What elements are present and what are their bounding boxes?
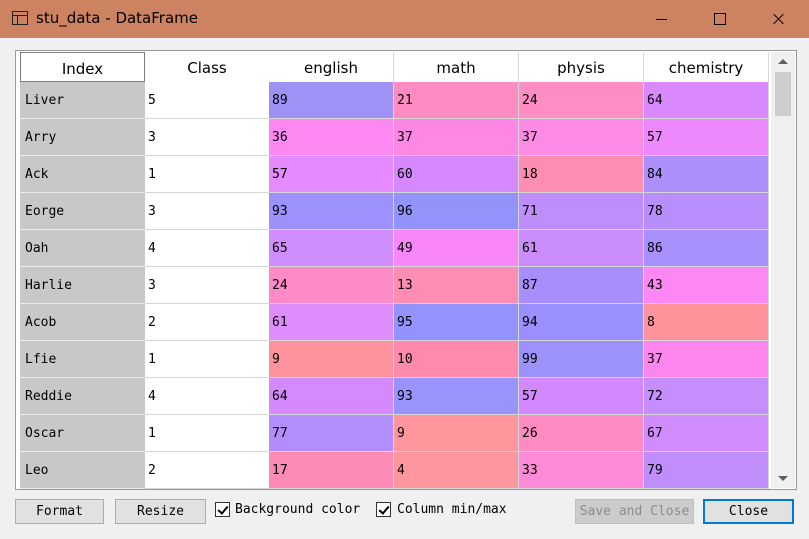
- window-title: stu_data - DataFrame: [36, 9, 198, 27]
- table-cell[interactable]: 4: [394, 452, 519, 489]
- table-cell[interactable]: 1: [145, 156, 270, 193]
- scroll-down-arrow-icon[interactable]: [771, 470, 795, 488]
- column-minmax-checkbox[interactable]: [376, 502, 391, 517]
- table-cell[interactable]: 4: [145, 230, 270, 267]
- row-index-label[interactable]: Acob: [20, 304, 145, 341]
- table-cell[interactable]: 61: [269, 304, 394, 341]
- column-header-2[interactable]: math: [394, 52, 519, 82]
- table-cell[interactable]: 84: [644, 156, 769, 193]
- table-cell[interactable]: 86: [644, 230, 769, 267]
- row-index-label[interactable]: Leo: [20, 452, 145, 489]
- table-cell[interactable]: 99: [519, 341, 644, 378]
- table-cell[interactable]: 37: [644, 341, 769, 378]
- table-cell[interactable]: 37: [519, 119, 644, 156]
- row-index-label[interactable]: Oscar: [20, 415, 145, 452]
- table-cell[interactable]: 43: [644, 267, 769, 304]
- table-cell[interactable]: 95: [394, 304, 519, 341]
- index-column-header[interactable]: Index: [20, 52, 145, 82]
- table-cell[interactable]: 89: [269, 82, 394, 119]
- row-index-label[interactable]: Ack: [20, 156, 145, 193]
- table-cell[interactable]: 77: [269, 415, 394, 452]
- row-index-label[interactable]: Lfie: [20, 341, 145, 378]
- row-index-label[interactable]: Eorge: [20, 193, 145, 230]
- table-cell[interactable]: 79: [644, 452, 769, 489]
- resize-button[interactable]: Resize: [115, 499, 206, 524]
- dataframe-table[interactable]: Index Class english math physis chemistry Liv…: [15, 50, 797, 490]
- minimize-button[interactable]: [632, 0, 690, 38]
- table-cell[interactable]: 57: [269, 156, 394, 193]
- table-cell[interactable]: 5: [145, 82, 270, 119]
- maximize-button[interactable]: [690, 0, 748, 38]
- table-cell[interactable]: 1: [145, 415, 270, 452]
- table-cell[interactable]: 96: [394, 193, 519, 230]
- table-cell[interactable]: 57: [644, 119, 769, 156]
- table-cell[interactable]: 60: [394, 156, 519, 193]
- table-cell[interactable]: 3: [145, 193, 270, 230]
- table-cell[interactable]: 2: [145, 452, 270, 489]
- table-cell[interactable]: 10: [394, 341, 519, 378]
- table-cell[interactable]: 3: [145, 267, 270, 304]
- table-cell[interactable]: 94: [519, 304, 644, 341]
- column-header-4[interactable]: chemistry: [644, 52, 769, 82]
- table-cell[interactable]: 64: [269, 378, 394, 415]
- row-index-label[interactable]: Oah: [20, 230, 145, 267]
- table-cell[interactable]: 72: [644, 378, 769, 415]
- table-cell[interactable]: 3: [145, 119, 270, 156]
- table-cell[interactable]: 2: [145, 304, 270, 341]
- table-cell[interactable]: 21: [394, 82, 519, 119]
- column-header-1[interactable]: english: [269, 52, 394, 82]
- table-cell[interactable]: 8: [644, 304, 769, 341]
- table-cell[interactable]: 93: [394, 378, 519, 415]
- table-cell[interactable]: 71: [519, 193, 644, 230]
- table-cell[interactable]: 64: [644, 82, 769, 119]
- title-bar: stu_data - DataFrame: [0, 0, 809, 38]
- table-cell[interactable]: 37: [394, 119, 519, 156]
- format-button[interactable]: Format: [15, 499, 104, 524]
- save-and-close-button[interactable]: Save and Close: [575, 499, 694, 524]
- table-cell[interactable]: 61: [519, 230, 644, 267]
- table-cell[interactable]: 26: [519, 415, 644, 452]
- table-cell[interactable]: 87: [519, 267, 644, 304]
- table-cell[interactable]: 17: [269, 452, 394, 489]
- column-header-0[interactable]: Class: [145, 52, 270, 82]
- background-color-label: Background color: [235, 502, 361, 517]
- table-cell[interactable]: 78: [644, 193, 769, 230]
- table-cell[interactable]: 24: [269, 267, 394, 304]
- scroll-thumb[interactable]: [775, 72, 791, 116]
- row-index-label[interactable]: Arry: [20, 119, 145, 156]
- column-header-3[interactable]: physis: [519, 52, 644, 82]
- vertical-scrollbar[interactable]: [771, 52, 795, 488]
- table-cell[interactable]: 36: [269, 119, 394, 156]
- table-cell[interactable]: 4: [145, 378, 270, 415]
- table-cell[interactable]: 24: [519, 82, 644, 119]
- table-cell[interactable]: 57: [519, 378, 644, 415]
- table-cell[interactable]: 93: [269, 193, 394, 230]
- column-minmax-label: Column min/max: [397, 502, 507, 517]
- table-cell[interactable]: 49: [394, 230, 519, 267]
- table-cell[interactable]: 9: [394, 415, 519, 452]
- row-index-label[interactable]: Reddie: [20, 378, 145, 415]
- table-cell[interactable]: 1: [145, 341, 270, 378]
- table-icon: [12, 11, 28, 25]
- row-index-label[interactable]: Liver: [20, 82, 145, 119]
- table-cell[interactable]: 13: [394, 267, 519, 304]
- table-cell[interactable]: 67: [644, 415, 769, 452]
- close-button[interactable]: Close: [703, 499, 794, 524]
- table-cell[interactable]: 9: [269, 341, 394, 378]
- table-cell[interactable]: 33: [519, 452, 644, 489]
- close-window-button[interactable]: [748, 0, 806, 38]
- row-index-label[interactable]: Harlie: [20, 267, 145, 304]
- table-cell[interactable]: 18: [519, 156, 644, 193]
- table-cell[interactable]: 65: [269, 230, 394, 267]
- background-color-checkbox[interactable]: [215, 502, 230, 517]
- scroll-up-arrow-icon[interactable]: [771, 52, 795, 70]
